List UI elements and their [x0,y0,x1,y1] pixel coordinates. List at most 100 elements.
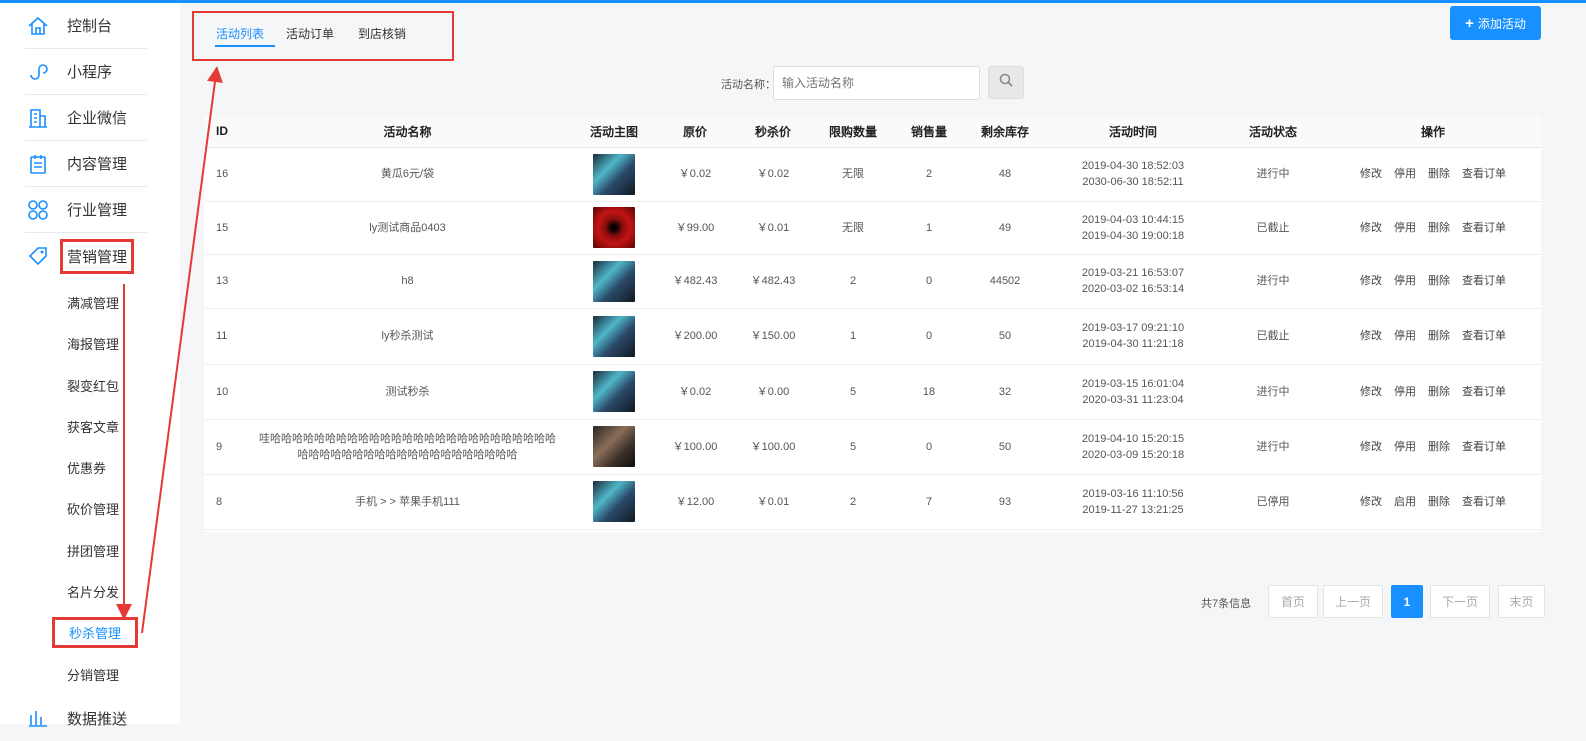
sub-item-article[interactable]: 获客文章 [67,417,119,436]
active-tab-indicator [215,45,275,47]
cell-status: 已截止 [1221,308,1325,365]
delete-button[interactable]: 删除 [1428,330,1450,342]
cell-status: 进行中 [1221,254,1325,309]
home-icon [25,13,51,39]
sub-item-card-share[interactable]: 名片分发 [67,582,119,601]
sidebar-item-industry[interactable]: 行业管理 [25,187,147,233]
edit-button[interactable]: 修改 [1360,441,1382,453]
cell-id: 9 [204,419,244,475]
sub-item-red-packet[interactable]: 裂变红包 [67,376,119,395]
edit-button[interactable]: 修改 [1360,386,1382,398]
toggle-button[interactable]: 停用 [1394,441,1416,453]
delete-button[interactable]: 删除 [1428,441,1450,453]
add-activity-label: 添加活动 [1477,16,1526,31]
sub-item-poster[interactable]: 海报管理 [67,334,119,353]
search-button[interactable] [988,66,1024,99]
col-header-actions: 操作 [1325,116,1541,148]
delete-button[interactable]: 删除 [1428,222,1450,234]
activity-thumbnail [593,207,635,248]
edit-button[interactable]: 修改 [1360,275,1382,287]
sidebar-item-label: 小程序 [67,64,113,81]
cell-stock: 50 [965,308,1045,365]
cell-price: ￥0.02 [657,147,733,202]
mini-program-icon [25,59,51,85]
activity-thumbnail [593,371,635,412]
pagination-info: 共7条信息 [1201,598,1252,610]
view-orders-button[interactable]: 查看订单 [1462,275,1506,287]
cell-image [571,419,657,475]
time-start: 2019-04-10 15:20:15 [1081,432,1185,445]
cell-limit: 无限 [813,201,893,255]
tab-activity-orders[interactable]: 活动订单 [286,25,334,42]
edit-button[interactable]: 修改 [1360,496,1382,508]
time-start: 2019-03-17 09:21:10 [1081,322,1185,334]
delete-button[interactable]: 删除 [1428,168,1450,180]
cell-sold: 7 [893,474,965,530]
cell-time: 2019-04-30 18:52:03 2030-06-30 18:52:11 [1045,147,1221,202]
page-1-button[interactable]: 1 [1391,585,1423,618]
tab-store-verify[interactable]: 到店核销 [358,25,406,42]
toggle-button[interactable]: 停用 [1394,275,1416,287]
toggle-button[interactable]: 停用 [1394,330,1416,342]
cell-status: 进行中 [1221,364,1325,420]
cell-sale-price: ￥0.01 [733,474,813,530]
cell-price: ￥12.00 [657,474,733,530]
first-page-button[interactable]: 首页 [1268,585,1318,618]
sub-item-coupon[interactable]: 优惠券 [67,458,106,477]
toggle-button[interactable]: 启用 [1394,496,1416,508]
sidebar-item-data-push[interactable]: 数据推送 [25,695,147,741]
col-header-limit: 限购数量 [813,116,893,148]
view-orders-button[interactable]: 查看订单 [1462,496,1506,508]
prev-page-button[interactable]: 上一页 [1323,585,1383,618]
activity-thumbnail [593,260,635,302]
tab-activity-list[interactable]: 活动列表 [216,25,264,42]
edit-button[interactable]: 修改 [1360,168,1382,180]
view-orders-button[interactable]: 查看订单 [1462,330,1506,342]
activity-table: ID 活动名称 活动主图 原价 秒杀价 限购数量 销售量 剩余库存 活动时间 活… [204,116,1541,532]
sidebar-item-label: 营销管理 [60,238,135,274]
sub-item-group-buy[interactable]: 拼团管理 [67,541,119,560]
sidebar-item-marketing[interactable]: 营销管理 [25,233,147,279]
edit-button[interactable]: 修改 [1360,222,1382,234]
sidebar-item-dashboard[interactable]: 控制台 [25,3,147,49]
view-orders-button[interactable]: 查看订单 [1462,222,1506,234]
next-page-button[interactable]: 下一页 [1430,585,1490,618]
view-orders-button[interactable]: 查看订单 [1462,386,1506,398]
sub-item-distribution[interactable]: 分销管理 [67,665,119,684]
cell-status: 已停用 [1221,474,1325,530]
last-page-button[interactable]: 末页 [1498,585,1545,618]
cell-limit: 5 [813,419,893,475]
view-orders-button[interactable]: 查看订单 [1462,441,1506,453]
cell-stock: 32 [965,364,1045,420]
cell-image [571,474,657,530]
add-activity-button[interactable]: + 添加活动 [1450,6,1541,40]
clipboard-icon [25,151,51,177]
toggle-button[interactable]: 停用 [1394,222,1416,234]
sub-item-full-reduction[interactable]: 满减管理 [67,293,119,312]
sidebar-item-content[interactable]: 内容管理 [25,141,147,187]
delete-button[interactable]: 删除 [1428,386,1450,398]
cell-name: ly测试商品0403 [244,201,571,255]
sidebar-item-label: 控制台 [67,18,113,35]
cell-time: 2019-04-10 15:20:15 2020-03-09 15:20:18 [1045,419,1221,475]
cell-limit: 无限 [813,147,893,202]
sidebar-item-wecom[interactable]: 企业微信 [25,95,147,141]
cell-sold: 18 [893,364,965,420]
edit-button[interactable]: 修改 [1360,330,1382,342]
sub-item-flash-sale[interactable]: 秒杀管理 [52,617,139,648]
sub-item-bargain[interactable]: 砍价管理 [67,499,119,518]
cell-sold: 1 [893,201,965,255]
cell-price: ￥0.02 [657,364,733,420]
cell-id: 10 [204,364,244,420]
toggle-button[interactable]: 停用 [1394,386,1416,398]
delete-button[interactable]: 删除 [1428,275,1450,287]
table-row: 13 h8 ￥482.43 ￥482.43 2 0 44502 2019-03-21 16:5… [204,254,1541,309]
sidebar-item-mini-program[interactable]: 小程序 [25,49,147,95]
activity-thumbnail [593,153,635,195]
view-orders-button[interactable]: 查看订单 [1462,168,1506,180]
cell-image [571,308,657,365]
table-row: 15 ly测试商品0403 ￥99.00 ￥0.01 无限 1 49 2019-04-03 1… [204,201,1541,255]
delete-button[interactable]: 删除 [1428,496,1450,508]
search-input[interactable] [773,66,980,100]
toggle-button[interactable]: 停用 [1394,168,1416,180]
